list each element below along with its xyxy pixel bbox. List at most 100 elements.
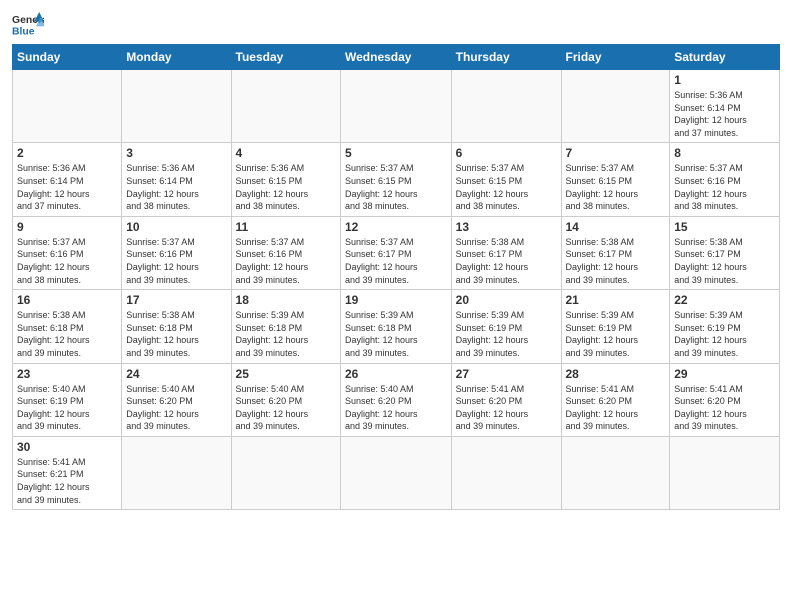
day-number: 30	[17, 440, 117, 454]
day-number: 9	[17, 220, 117, 234]
day-info: Sunrise: 5:37 AM Sunset: 6:15 PM Dayligh…	[456, 162, 557, 212]
calendar-cell: 15 Sunrise: 5:38 AM Sunset: 6:17 PM Dayli…	[670, 216, 780, 289]
calendar-cell	[561, 436, 670, 509]
svg-text:Blue: Blue	[12, 26, 35, 37]
day-info: Sunrise: 5:41 AM Sunset: 6:20 PM Dayligh…	[566, 383, 666, 433]
calendar-cell: 17 Sunrise: 5:38 AM Sunset: 6:18 PM Dayli…	[122, 290, 231, 363]
calendar-cell: 20Sunrise: 5:39 AM Sunset: 6:19 PM Dayli…	[451, 290, 561, 363]
day-number: 22	[674, 293, 775, 307]
weekday-header-friday: Friday	[561, 45, 670, 70]
day-info: Sunrise: 5:37 AM Sunset: 6:17 PM Dayligh…	[345, 236, 447, 286]
calendar-cell	[341, 70, 452, 143]
day-info: Sunrise: 5:39 AM Sunset: 6:18 PM Dayligh…	[236, 309, 336, 359]
calendar-cell: 21Sunrise: 5:39 AM Sunset: 6:19 PM Dayli…	[561, 290, 670, 363]
calendar-cell	[122, 70, 231, 143]
day-info: Sunrise: 5:40 AM Sunset: 6:19 PM Dayligh…	[17, 383, 117, 433]
calendar-cell	[122, 436, 231, 509]
day-number: 3	[126, 146, 226, 160]
calendar-cell	[451, 436, 561, 509]
calendar-cell: 5Sunrise: 5:37 AM Sunset: 6:15 PM Daylig…	[341, 143, 452, 216]
calendar-cell: 14 Sunrise: 5:38 AM Sunset: 6:17 PM Dayli…	[561, 216, 670, 289]
calendar-cell: 3Sunrise: 5:36 AM Sunset: 6:14 PM Daylig…	[122, 143, 231, 216]
weekday-header-saturday: Saturday	[670, 45, 780, 70]
day-info: Sunrise: 5:37 AM Sunset: 6:16 PM Dayligh…	[236, 236, 336, 286]
weekday-header-monday: Monday	[122, 45, 231, 70]
week-row-1: 1Sunrise: 5:36 AM Sunset: 6:14 PM Daylig…	[13, 70, 780, 143]
weekday-header-thursday: Thursday	[451, 45, 561, 70]
day-number: 2	[17, 146, 117, 160]
day-info: Sunrise: 5:36 AM Sunset: 6:14 PM Dayligh…	[17, 162, 117, 212]
day-number: 27	[456, 367, 557, 381]
week-row-2: 2 Sunrise: 5:36 AM Sunset: 6:14 PM Daylig…	[13, 143, 780, 216]
weekday-header-row: SundayMondayTuesdayWednesdayThursdayFrid…	[13, 45, 780, 70]
week-row-3: 9 Sunrise: 5:37 AM Sunset: 6:16 PM Daylig…	[13, 216, 780, 289]
calendar-cell: 2 Sunrise: 5:36 AM Sunset: 6:14 PM Daylig…	[13, 143, 122, 216]
day-number: 8	[674, 146, 775, 160]
day-info: Sunrise: 5:38 AM Sunset: 6:17 PM Dayligh…	[674, 236, 775, 286]
day-number: 16	[17, 293, 117, 307]
day-number: 14	[566, 220, 666, 234]
calendar-cell	[231, 70, 340, 143]
day-number: 7	[566, 146, 666, 160]
calendar-table: SundayMondayTuesdayWednesdayThursdayFrid…	[12, 44, 780, 510]
calendar-cell	[341, 436, 452, 509]
day-info: Sunrise: 5:37 AM Sunset: 6:16 PM Dayligh…	[17, 236, 117, 286]
day-number: 20	[456, 293, 557, 307]
generalblue-logo-icon: General Blue	[12, 10, 44, 38]
calendar-cell: 26 Sunrise: 5:40 AM Sunset: 6:20 PM Dayli…	[341, 363, 452, 436]
calendar-cell	[561, 70, 670, 143]
calendar-cell: 12 Sunrise: 5:37 AM Sunset: 6:17 PM Dayli…	[341, 216, 452, 289]
calendar-cell	[231, 436, 340, 509]
week-row-4: 16 Sunrise: 5:38 AM Sunset: 6:18 PM Dayli…	[13, 290, 780, 363]
day-number: 18	[236, 293, 336, 307]
day-info: Sunrise: 5:36 AM Sunset: 6:15 PM Dayligh…	[236, 162, 336, 212]
calendar-cell: 29Sunrise: 5:41 AM Sunset: 6:20 PM Dayli…	[670, 363, 780, 436]
logo: General Blue	[12, 10, 44, 38]
calendar-cell	[670, 436, 780, 509]
day-info: Sunrise: 5:36 AM Sunset: 6:14 PM Dayligh…	[674, 89, 775, 139]
week-row-6: 30 Sunrise: 5:41 AM Sunset: 6:21 PM Dayli…	[13, 436, 780, 509]
day-number: 15	[674, 220, 775, 234]
calendar-cell: 22 Sunrise: 5:39 AM Sunset: 6:19 PM Dayli…	[670, 290, 780, 363]
day-info: Sunrise: 5:40 AM Sunset: 6:20 PM Dayligh…	[126, 383, 226, 433]
calendar-cell	[451, 70, 561, 143]
calendar-cell	[13, 70, 122, 143]
calendar-cell: 11 Sunrise: 5:37 AM Sunset: 6:16 PM Dayli…	[231, 216, 340, 289]
calendar-cell: 24 Sunrise: 5:40 AM Sunset: 6:20 PM Dayli…	[122, 363, 231, 436]
day-info: Sunrise: 5:39 AM Sunset: 6:19 PM Dayligh…	[674, 309, 775, 359]
day-number: 29	[674, 367, 775, 381]
calendar-cell: 1Sunrise: 5:36 AM Sunset: 6:14 PM Daylig…	[670, 70, 780, 143]
day-number: 19	[345, 293, 447, 307]
day-number: 17	[126, 293, 226, 307]
page: General Blue SundayMondayTuesdayWednesda…	[0, 0, 792, 612]
day-number: 11	[236, 220, 336, 234]
calendar-cell: 19 Sunrise: 5:39 AM Sunset: 6:18 PM Dayli…	[341, 290, 452, 363]
day-info: Sunrise: 5:38 AM Sunset: 6:17 PM Dayligh…	[456, 236, 557, 286]
day-info: Sunrise: 5:37 AM Sunset: 6:15 PM Dayligh…	[566, 162, 666, 212]
day-number: 12	[345, 220, 447, 234]
calendar-cell: 8 Sunrise: 5:37 AM Sunset: 6:16 PM Daylig…	[670, 143, 780, 216]
header: General Blue	[12, 10, 780, 38]
day-number: 4	[236, 146, 336, 160]
day-info: Sunrise: 5:38 AM Sunset: 6:17 PM Dayligh…	[566, 236, 666, 286]
day-info: Sunrise: 5:40 AM Sunset: 6:20 PM Dayligh…	[345, 383, 447, 433]
day-info: Sunrise: 5:41 AM Sunset: 6:21 PM Dayligh…	[17, 456, 117, 506]
week-row-5: 23 Sunrise: 5:40 AM Sunset: 6:19 PM Dayli…	[13, 363, 780, 436]
calendar-cell: 9 Sunrise: 5:37 AM Sunset: 6:16 PM Daylig…	[13, 216, 122, 289]
weekday-header-tuesday: Tuesday	[231, 45, 340, 70]
day-number: 23	[17, 367, 117, 381]
day-number: 26	[345, 367, 447, 381]
calendar-cell: 30 Sunrise: 5:41 AM Sunset: 6:21 PM Dayli…	[13, 436, 122, 509]
day-info: Sunrise: 5:37 AM Sunset: 6:16 PM Dayligh…	[674, 162, 775, 212]
day-info: Sunrise: 5:40 AM Sunset: 6:20 PM Dayligh…	[236, 383, 336, 433]
day-number: 25	[236, 367, 336, 381]
day-info: Sunrise: 5:37 AM Sunset: 6:16 PM Dayligh…	[126, 236, 226, 286]
calendar-cell: 28Sunrise: 5:41 AM Sunset: 6:20 PM Dayli…	[561, 363, 670, 436]
day-info: Sunrise: 5:38 AM Sunset: 6:18 PM Dayligh…	[126, 309, 226, 359]
calendar-cell: 25 Sunrise: 5:40 AM Sunset: 6:20 PM Dayli…	[231, 363, 340, 436]
weekday-header-wednesday: Wednesday	[341, 45, 452, 70]
day-number: 24	[126, 367, 226, 381]
calendar-cell: 27Sunrise: 5:41 AM Sunset: 6:20 PM Dayli…	[451, 363, 561, 436]
calendar-cell: 13Sunrise: 5:38 AM Sunset: 6:17 PM Dayli…	[451, 216, 561, 289]
day-info: Sunrise: 5:39 AM Sunset: 6:18 PM Dayligh…	[345, 309, 447, 359]
